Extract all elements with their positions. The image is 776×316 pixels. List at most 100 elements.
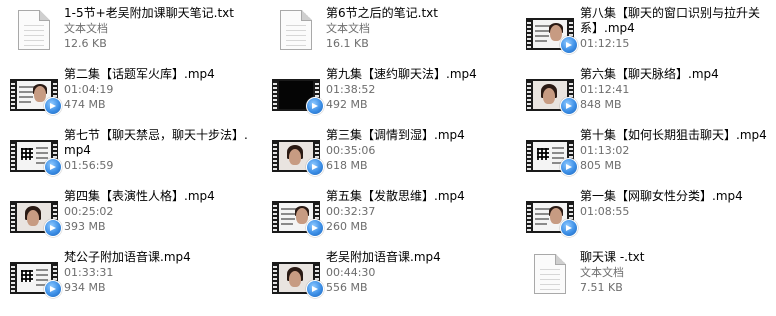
media-player-badge-icon [560,36,578,54]
file-size: 934 MB [64,281,106,294]
media-player-badge-icon [560,158,578,176]
file-item[interactable]: 第十集【如何长期狙击聊天】.mp4 01:13:02 805 MB [512,127,776,188]
file-name: 第三集【调情到湿】.mp4 [326,128,465,142]
media-player-badge-icon [44,158,62,176]
file-size: 848 MB [580,98,622,111]
file-duration: 01:12:15 [580,37,630,50]
file-meta: 第五集【发散思维】.mp4 00:32:37 260 MB [326,189,465,234]
media-player-badge-icon [44,97,62,115]
file-size: 474 MB [64,98,106,111]
media-player-badge-icon [306,158,324,176]
file-meta: 第二集【话题军火库】.mp4 01:04:19 474 MB [64,67,215,112]
file-size: 805 MB [580,159,622,172]
file-item[interactable]: 老吴附加语音课.mp4 00:44:30 556 MB [256,249,512,310]
file-duration: 00:35:06 [326,144,376,157]
video-thumbnail-icon [526,191,578,243]
file-name: 第6节之后的笔记.txt [326,6,438,20]
file-item[interactable]: 聊天课 -.txt 文本文档 7.51 KB [512,249,776,310]
file-name: 第九集【速约聊天法】.mp4 [326,67,477,81]
file-duration: 01:56:59 [64,159,114,172]
video-thumbnail-icon [526,69,578,121]
file-duration: 01:13:02 [580,144,630,157]
file-name: 第七节【聊天禁忌，聊天十步法】.mp4 [64,128,248,157]
file-size: 7.51 KB [580,281,623,294]
file-name: 第六集【聊天脉络】.mp4 [580,67,719,81]
video-thumbnail-icon [10,191,62,243]
text-document-icon [272,8,320,60]
file-item[interactable]: 第6节之后的笔记.txt 文本文档 16.1 KB [256,5,512,66]
file-size: 16.1 KB [326,37,369,50]
video-thumbnail-icon [272,191,324,243]
file-meta: 老吴附加语音课.mp4 00:44:30 556 MB [326,250,441,295]
file-meta: 第六集【聊天脉络】.mp4 01:12:41 848 MB [580,67,719,112]
file-duration: 00:25:02 [64,205,114,218]
video-thumbnail-icon [10,69,62,121]
file-name: 第八集【聊天的窗口识别与拉升关系】.mp4 [580,6,761,35]
video-thumbnail-icon [272,69,324,121]
file-item[interactable]: 1-5节+老吴附加课聊天笔记.txt 文本文档 12.6 KB [0,5,256,66]
media-player-badge-icon [306,97,324,115]
file-name: 第五集【发散思维】.mp4 [326,189,465,203]
file-duration: 01:12:41 [580,83,630,96]
file-size: 12.6 KB [64,37,107,50]
media-player-badge-icon [560,97,578,115]
file-item[interactable]: 梵公子附加语音课.mp4 01:33:31 934 MB [0,249,256,310]
video-thumbnail-icon [10,252,62,304]
file-size: 492 MB [326,98,368,111]
video-thumbnail-icon [272,130,324,182]
file-name: 聊天课 -.txt [580,250,645,264]
file-type: 文本文档 [64,22,108,35]
media-player-badge-icon [306,280,324,298]
file-item[interactable]: 第九集【速约聊天法】.mp4 01:38:52 492 MB [256,66,512,127]
file-duration: 00:32:37 [326,205,376,218]
file-meta: 第七节【聊天禁忌，聊天十步法】.mp4 01:56:59 [64,128,252,173]
file-duration: 01:04:19 [64,83,114,96]
file-item[interactable]: 第四集【表演性人格】.mp4 00:25:02 393 MB [0,188,256,249]
media-player-badge-icon [44,280,62,298]
file-meta: 聊天课 -.txt 文本文档 7.51 KB [580,250,644,295]
file-meta: 第一集【网聊女性分类】.mp4 01:08:55 [580,189,743,219]
file-name: 第四集【表演性人格】.mp4 [64,189,215,203]
file-meta: 梵公子附加语音课.mp4 01:33:31 934 MB [64,250,191,295]
text-document-icon [526,252,574,304]
file-item[interactable]: 第八集【聊天的窗口识别与拉升关系】.mp4 01:12:15 [512,5,776,66]
video-thumbnail-icon [526,8,578,60]
file-size: 260 MB [326,220,368,233]
file-name: 第二集【话题军火库】.mp4 [64,67,215,81]
file-duration: 01:38:52 [326,83,376,96]
file-meta: 第四集【表演性人格】.mp4 00:25:02 393 MB [64,189,215,234]
file-duration: 01:33:31 [64,266,114,279]
file-meta: 1-5节+老吴附加课聊天笔记.txt 文本文档 12.6 KB [64,6,234,51]
file-size: 556 MB [326,281,368,294]
file-name: 1-5节+老吴附加课聊天笔记.txt [64,6,234,20]
file-meta: 第6节之后的笔记.txt 文本文档 16.1 KB [326,6,438,51]
video-thumbnail-icon [526,130,578,182]
file-item[interactable]: 第五集【发散思维】.mp4 00:32:37 260 MB [256,188,512,249]
file-meta: 第八集【聊天的窗口识别与拉升关系】.mp4 01:12:15 [580,6,772,51]
file-type: 文本文档 [326,22,370,35]
file-item[interactable]: 第二集【话题军火库】.mp4 01:04:19 474 MB [0,66,256,127]
file-size: 618 MB [326,159,368,172]
file-meta: 第三集【调情到湿】.mp4 00:35:06 618 MB [326,128,465,173]
text-document-icon [10,8,58,60]
video-thumbnail-icon [10,130,62,182]
file-duration: 00:44:30 [326,266,376,279]
file-item[interactable]: 第六集【聊天脉络】.mp4 01:12:41 848 MB [512,66,776,127]
file-type: 文本文档 [580,266,624,279]
file-name: 老吴附加语音课.mp4 [326,250,441,264]
video-thumbnail-icon [272,252,324,304]
file-item[interactable]: 第三集【调情到湿】.mp4 00:35:06 618 MB [256,127,512,188]
file-duration: 01:08:55 [580,205,630,218]
file-size: 393 MB [64,220,106,233]
file-item[interactable]: 第七节【聊天禁忌，聊天十步法】.mp4 01:56:59 [0,127,256,188]
media-player-badge-icon [560,219,578,237]
media-player-badge-icon [44,219,62,237]
file-meta: 第九集【速约聊天法】.mp4 01:38:52 492 MB [326,67,477,112]
media-player-badge-icon [306,219,324,237]
file-meta: 第十集【如何长期狙击聊天】.mp4 01:13:02 805 MB [580,128,767,173]
file-list-view: 1-5节+老吴附加课聊天笔记.txt 文本文档 12.6 KB 第6节之后的笔记.tx… [0,0,776,316]
file-item[interactable]: 第一集【网聊女性分类】.mp4 01:08:55 [512,188,776,249]
file-name: 梵公子附加语音课.mp4 [64,250,191,264]
file-name: 第一集【网聊女性分类】.mp4 [580,189,743,203]
file-name: 第十集【如何长期狙击聊天】.mp4 [580,128,767,142]
